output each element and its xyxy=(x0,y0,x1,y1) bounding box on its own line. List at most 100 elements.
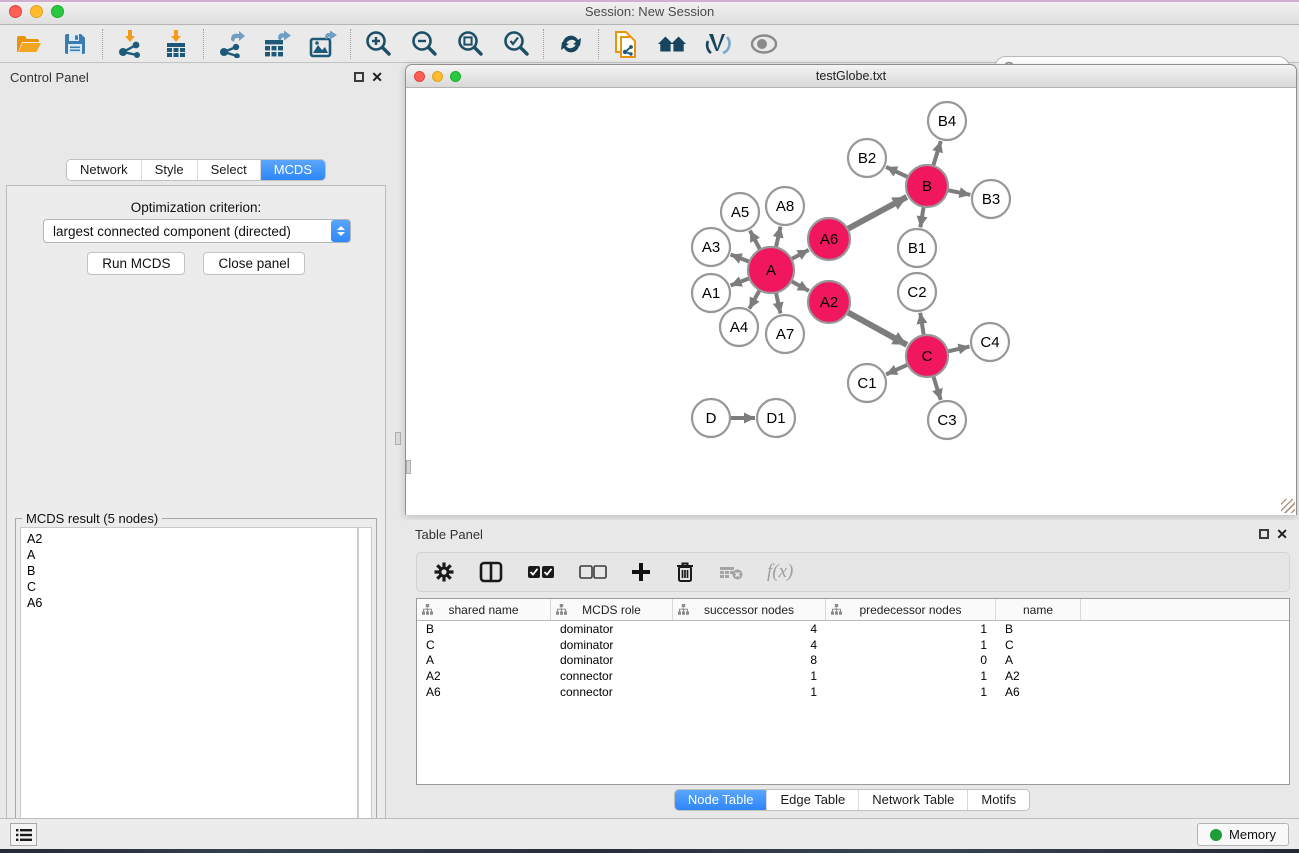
tab-node-table[interactable]: Node Table xyxy=(675,790,767,810)
zoom-in-icon[interactable] xyxy=(363,29,393,59)
mcds-result-item[interactable]: A xyxy=(27,547,357,563)
column-header-successor-nodes[interactable]: successor nodes xyxy=(673,599,826,620)
cell-MCDS-role[interactable]: dominator xyxy=(551,653,673,667)
cell-MCDS-role[interactable]: connector xyxy=(551,685,673,699)
deselect-all-columns-icon[interactable] xyxy=(579,565,607,579)
table-close-panel-icon[interactable]: ✕ xyxy=(1276,526,1288,543)
table-row[interactable]: A2connector11A2 xyxy=(417,668,1289,684)
node-B4[interactable]: B4 xyxy=(928,102,966,140)
open-file-icon[interactable] xyxy=(14,29,44,59)
mcds-result-item[interactable]: B xyxy=(27,563,357,579)
run-mcds-button[interactable]: Run MCDS xyxy=(87,252,185,275)
node-B3[interactable]: B3 xyxy=(972,180,1010,218)
cell-successor-nodes[interactable]: 8 xyxy=(673,653,826,667)
node-C1[interactable]: C1 xyxy=(848,364,886,402)
import-network-icon[interactable] xyxy=(115,29,145,59)
mcds-result-scrollbar[interactable] xyxy=(358,527,372,853)
cell-predecessor-nodes[interactable]: 1 xyxy=(826,638,996,652)
cell-shared-name[interactable]: C xyxy=(417,638,551,652)
window-resize-grip[interactable] xyxy=(1281,499,1295,513)
float-panel-icon[interactable] xyxy=(354,72,364,82)
network-home-icon[interactable] xyxy=(657,29,687,59)
tab-edge-table[interactable]: Edge Table xyxy=(766,790,858,810)
cell-MCDS-role[interactable]: connector xyxy=(551,669,673,683)
node-A2[interactable]: A2 xyxy=(808,281,850,323)
table-row[interactable]: A6connector11A6 xyxy=(417,684,1289,700)
column-header-MCDS-role[interactable]: MCDS role xyxy=(551,599,673,620)
create-column-icon[interactable] xyxy=(631,562,651,582)
node-A3[interactable]: A3 xyxy=(692,228,730,266)
node-B[interactable]: B xyxy=(906,165,948,207)
tab-select[interactable]: Select xyxy=(197,160,260,180)
export-network-icon[interactable] xyxy=(216,29,246,59)
cell-name[interactable]: A xyxy=(996,653,1081,667)
tab-style[interactable]: Style xyxy=(141,160,197,180)
cell-successor-nodes[interactable]: 4 xyxy=(673,622,826,636)
show-columns-icon[interactable] xyxy=(479,561,503,583)
node-B1[interactable]: B1 xyxy=(898,229,936,267)
zoom-selected-icon[interactable] xyxy=(501,29,531,59)
cell-shared-name[interactable]: A xyxy=(417,653,551,667)
cell-MCDS-role[interactable]: dominator xyxy=(551,638,673,652)
task-history-button[interactable] xyxy=(10,823,37,846)
column-header-shared-name[interactable]: shared name xyxy=(417,599,551,620)
node-A[interactable]: A xyxy=(748,247,794,293)
cell-shared-name[interactable]: B xyxy=(417,622,551,636)
delete-table-icon[interactable] xyxy=(719,564,743,580)
node-A7[interactable]: A7 xyxy=(766,315,804,353)
cell-MCDS-role[interactable]: dominator xyxy=(551,622,673,636)
cell-successor-nodes[interactable]: 1 xyxy=(673,669,826,683)
cell-name[interactable]: A6 xyxy=(996,685,1081,699)
node-A8[interactable]: A8 xyxy=(766,187,804,225)
node-C3[interactable]: C3 xyxy=(928,401,966,439)
mcds-result-list[interactable]: A2ABCA6 xyxy=(20,527,358,853)
cell-shared-name[interactable]: A6 xyxy=(417,685,551,699)
column-header-name[interactable]: name xyxy=(996,599,1081,620)
node-A1[interactable]: A1 xyxy=(692,274,730,312)
node-C2[interactable]: C2 xyxy=(898,273,936,311)
node-B2[interactable]: B2 xyxy=(848,139,886,177)
tab-mcds[interactable]: MCDS xyxy=(260,160,325,180)
cell-name[interactable]: A2 xyxy=(996,669,1081,683)
network-canvas[interactable]: B4 B2 B B3 A5A8A6 B1 A3 A A1 C2 A2 A4A7 C4 C C1 C3 D D1 xyxy=(406,88,1296,515)
criterion-dropdown[interactable]: largest connected component (directed) xyxy=(43,219,351,243)
zoom-out-icon[interactable] xyxy=(409,29,439,59)
node-A5[interactable]: A5 xyxy=(721,193,759,231)
cell-successor-nodes[interactable]: 1 xyxy=(673,685,826,699)
import-table-icon[interactable] xyxy=(161,29,191,59)
tab-network-table[interactable]: Network Table xyxy=(858,790,967,810)
node-A6[interactable]: A6 xyxy=(808,218,850,260)
cell-shared-name[interactable]: A2 xyxy=(417,669,551,683)
node-C[interactable]: C xyxy=(906,335,948,377)
duplicate-network-icon[interactable] xyxy=(611,29,641,59)
column-header-predecessor-nodes[interactable]: predecessor nodes xyxy=(826,599,996,620)
cell-predecessor-nodes[interactable]: 1 xyxy=(826,669,996,683)
save-session-icon[interactable] xyxy=(60,29,90,59)
zoom-fit-icon[interactable] xyxy=(455,29,485,59)
node-D1[interactable]: D1 xyxy=(757,399,795,437)
table-row[interactable]: Adominator80A xyxy=(417,653,1289,669)
memory-button[interactable]: Memory xyxy=(1197,823,1289,846)
table-row[interactable]: Bdominator41B xyxy=(417,621,1289,637)
tab-network[interactable]: Network xyxy=(67,160,141,180)
export-image-icon[interactable] xyxy=(308,29,338,59)
cell-successor-nodes[interactable]: 4 xyxy=(673,638,826,652)
node-D[interactable]: D xyxy=(692,399,730,437)
close-panel-icon[interactable]: ✕ xyxy=(371,69,383,86)
tab-motifs[interactable]: Motifs xyxy=(967,790,1029,810)
mcds-result-item[interactable]: A2 xyxy=(27,531,357,547)
mcds-result-item[interactable]: C xyxy=(27,579,357,595)
node-A4[interactable]: A4 xyxy=(720,308,758,346)
close-panel-button[interactable]: Close panel xyxy=(203,252,304,275)
delete-column-trash-icon[interactable] xyxy=(675,561,695,583)
node-C4[interactable]: C4 xyxy=(971,323,1009,361)
function-builder-icon[interactable]: f(x) xyxy=(767,561,793,583)
cell-name[interactable]: B xyxy=(996,622,1081,636)
mcds-result-item[interactable]: A6 xyxy=(27,595,357,611)
cell-name[interactable]: C xyxy=(996,638,1081,652)
table-row[interactable]: Cdominator41C xyxy=(417,637,1289,653)
cell-predecessor-nodes[interactable]: 1 xyxy=(826,685,996,699)
select-all-columns-icon[interactable] xyxy=(527,565,555,579)
refresh-layout-icon[interactable] xyxy=(556,29,586,59)
cell-predecessor-nodes[interactable]: 0 xyxy=(826,653,996,667)
